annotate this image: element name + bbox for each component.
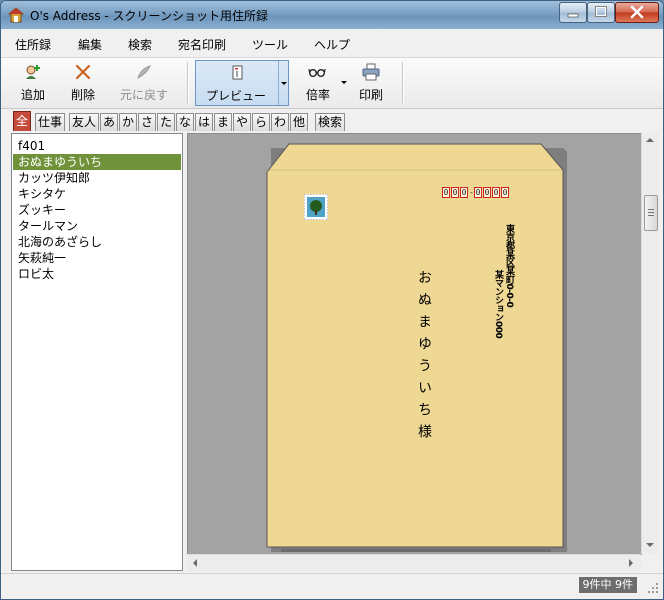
postal-code-digit: 0 — [492, 187, 500, 198]
tab-all[interactable]: 全 — [13, 111, 32, 131]
minimize-icon — [567, 13, 579, 18]
toolbar: 追加 削除 元に戻す プレビュー 倍率 印刷 — [1, 58, 663, 109]
vertical-scroll-thumb[interactable] — [644, 195, 658, 231]
tab-ya[interactable]: や — [233, 113, 252, 131]
postal-code-digit: 0 — [451, 187, 459, 198]
house-icon — [8, 7, 24, 23]
zoom-label: 倍率 — [305, 88, 330, 102]
print-button[interactable]: 印刷 — [351, 58, 391, 108]
zoom-dropdown-arrow-icon[interactable] — [341, 81, 347, 84]
zoom-button[interactable]: 倍率 — [297, 58, 347, 108]
close-icon — [630, 5, 644, 19]
add-label: 追加 — [20, 88, 45, 102]
maximize-icon — [595, 6, 607, 17]
list-item[interactable]: 矢萩純一 — [13, 250, 181, 266]
envelope-preview-pane[interactable]: 000-0000 東京都某区某町0-0-0 某マンション000 おぬまゆういち様 — [187, 133, 642, 555]
scroll-up-arrow-icon[interactable] — [646, 138, 654, 142]
preview-label: プレビュー — [205, 89, 266, 103]
scroll-left-arrow-icon[interactable] — [193, 559, 197, 567]
tab-na[interactable]: な — [176, 113, 195, 131]
tab-sa[interactable]: さ — [138, 113, 157, 131]
tab-friends[interactable]: 友人 — [69, 113, 100, 131]
postal-code: 000-0000 — [442, 187, 509, 198]
list-item[interactable]: カッツ伊知郎 — [13, 170, 181, 186]
app-window: O's Address - スクリーンショット用住所録 住所録 編集 検索 宛名… — [0, 0, 664, 600]
add-contact-icon — [26, 65, 40, 79]
tab-ha[interactable]: は — [195, 113, 214, 131]
postal-code-digit: 0 — [501, 187, 509, 198]
toolbar-separator — [402, 62, 404, 104]
menu-edit[interactable]: 編集 — [78, 36, 102, 53]
envelope-drawing — [266, 143, 567, 552]
printer-icon — [362, 63, 380, 81]
contact-list[interactable]: f401 おぬまゆういち カッツ伊知郎 キシタケ ズッキー タールマン 北海のあ… — [11, 133, 183, 571]
preview-split-divider — [278, 61, 279, 105]
horizontal-scrollbar[interactable] — [187, 554, 641, 571]
tab-a[interactable]: あ — [100, 113, 119, 131]
window-title: O's Address - スクリーンショット用住所録 — [30, 9, 268, 23]
delete-button[interactable]: 削除 — [59, 58, 107, 108]
tab-search[interactable]: 検索 — [315, 113, 346, 131]
menu-address-book[interactable]: 住所録 — [15, 36, 51, 53]
record-count: 9件中 9件 — [578, 577, 637, 593]
stamp-icon — [304, 194, 328, 220]
list-item[interactable]: ズッキー — [13, 202, 181, 218]
tab-ta[interactable]: た — [157, 113, 176, 131]
list-item-selected[interactable]: おぬまゆういち — [13, 154, 181, 170]
index-tab-strip: 全 仕事 友人 あ か さ た な は ま や ら わ 他 検索 — [1, 109, 663, 131]
undo-button[interactable]: 元に戻す — [113, 58, 175, 108]
add-button[interactable]: 追加 — [9, 58, 57, 108]
postal-code-digit: 0 — [442, 187, 450, 198]
minimize-button[interactable] — [559, 2, 587, 23]
toolbar-separator — [187, 62, 189, 104]
tab-other[interactable]: 他 — [290, 113, 309, 131]
scroll-right-arrow-icon[interactable] — [629, 559, 633, 567]
menu-tools[interactable]: ツール — [252, 36, 288, 53]
postal-code-hyphen: - — [469, 188, 474, 197]
list-item[interactable]: f401 — [13, 138, 181, 154]
envelope-bottom-shadow — [281, 549, 551, 552]
postal-code-digit: 0 — [483, 187, 491, 198]
status-bar: 9件中 9件 — [1, 573, 663, 599]
tab-wa[interactable]: わ — [271, 113, 290, 131]
glasses-icon — [308, 68, 326, 77]
scroll-down-arrow-icon[interactable] — [646, 543, 654, 547]
preview-button[interactable]: プレビュー — [195, 60, 289, 106]
list-item[interactable]: ロビ太 — [13, 266, 181, 282]
title-bar[interactable]: O's Address - スクリーンショット用住所録 — [1, 1, 663, 29]
vertical-scrollbar[interactable] — [641, 133, 659, 554]
list-item[interactable]: 北海のあざらし — [13, 234, 181, 250]
menu-help[interactable]: ヘルプ — [314, 36, 350, 53]
delete-icon — [75, 64, 91, 80]
delete-label: 削除 — [70, 88, 95, 102]
print-label: 印刷 — [358, 88, 383, 102]
preview-card-icon — [232, 65, 243, 80]
menu-label-print[interactable]: 宛名印刷 — [178, 36, 226, 53]
recipient-name: おぬまゆういち様 — [416, 270, 432, 446]
postal-code-digit: 0 — [460, 187, 468, 198]
undo-label: 元に戻す — [119, 88, 168, 102]
postal-code-digit: 0 — [474, 187, 482, 198]
tab-ra[interactable]: ら — [252, 113, 271, 131]
tab-ma[interactable]: ま — [214, 113, 233, 131]
postal-code-boxes: 000-0000 — [442, 187, 509, 198]
tab-work[interactable]: 仕事 — [35, 113, 66, 131]
preview-dropdown-arrow-icon[interactable] — [281, 82, 287, 85]
address-line-1: 東京都某区某町0-0-0 — [504, 224, 514, 308]
list-item[interactable]: キシタケ — [13, 186, 181, 202]
close-button[interactable] — [615, 2, 659, 23]
menu-bar: 住所録 編集 検索 宛名印刷 ツール ヘルプ — [1, 31, 663, 58]
address-line-2: 某マンション000 — [493, 270, 503, 339]
resize-grip-icon[interactable] — [647, 582, 659, 594]
tab-ka[interactable]: か — [119, 113, 138, 131]
undo-feather-icon — [137, 65, 151, 80]
list-item[interactable]: タールマン — [13, 218, 181, 234]
menu-search[interactable]: 検索 — [128, 36, 152, 53]
maximize-button[interactable] — [587, 2, 615, 23]
